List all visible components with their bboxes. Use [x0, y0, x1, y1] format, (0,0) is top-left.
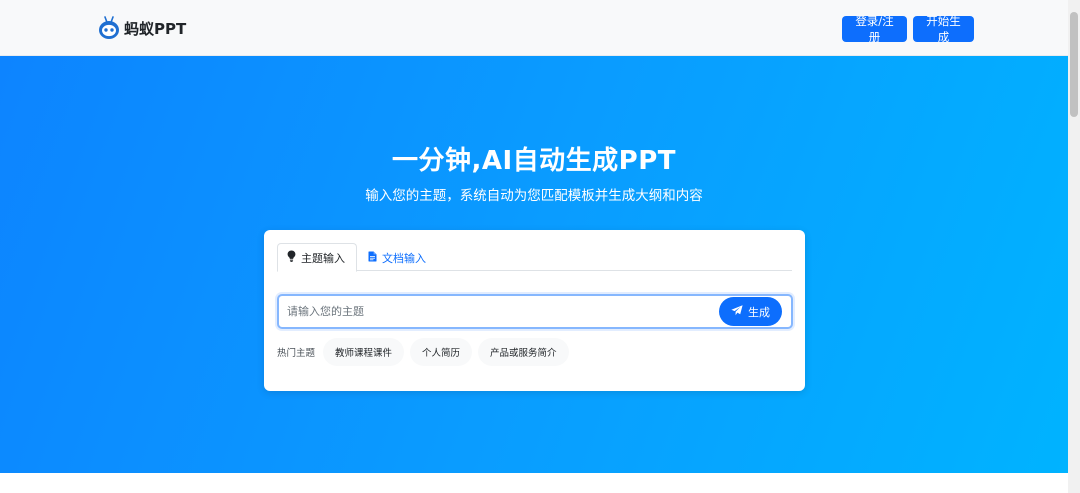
tab-document-input[interactable]: 文档输入 — [359, 243, 435, 272]
hot-topic-chip[interactable]: 教师课程课件 — [323, 338, 405, 366]
hero-section: 一分钟,AI自动生成PPT 输入您的主题，系统自动为您匹配模板并生成大纲和内容 … — [0, 56, 1068, 473]
brand-name: 蚂蚁PPT — [124, 19, 187, 38]
generate-label: 生成 — [748, 305, 770, 319]
input-mode-tabs: 主题输入 文档输入 — [277, 243, 792, 272]
lightbulb-icon — [287, 250, 296, 265]
tab-topic-input[interactable]: 主题输入 — [277, 243, 357, 272]
hot-topic-chip[interactable]: 个人简历 — [410, 338, 473, 366]
hero-subtitle: 输入您的主题，系统自动为您匹配模板并生成大纲和内容 — [365, 188, 703, 204]
topic-search-box: 生成 — [277, 294, 793, 329]
input-card: 主题输入 文档输入 请输入您的主题 生成 热门主题 教师课程课件 个人简历 产品… — [264, 230, 805, 391]
vertical-scrollbar[interactable] — [1068, 0, 1080, 493]
paper-plane-icon — [731, 304, 743, 319]
hero-title: 一分钟,AI自动生成PPT — [391, 146, 677, 176]
page: 蚂蚁PPT 登录/注册 开始生成 一分钟,AI自动生成PPT 输入您的主题，系统… — [0, 0, 1080, 493]
hot-topic-chip[interactable]: 产品或服务简介 — [478, 338, 569, 366]
start-generate-button[interactable]: 开始生成 — [913, 14, 974, 44]
ant-robot-icon — [98, 16, 120, 40]
login-register-button[interactable]: 登录/注册 — [842, 14, 907, 44]
tab-label: 文档输入 — [382, 251, 426, 265]
hot-topics: 热门主题 教师课程课件 个人简历 产品或服务简介 — [277, 338, 569, 366]
topic-input[interactable] — [279, 296, 709, 327]
brand-logo[interactable]: 蚂蚁PPT — [98, 16, 186, 40]
generate-button[interactable]: 生成 — [719, 297, 782, 326]
file-icon — [368, 251, 377, 265]
top-navbar: 蚂蚁PPT 登录/注册 开始生成 — [0, 0, 1068, 56]
scrollbar-thumb[interactable] — [1070, 12, 1078, 117]
tab-label: 主题输入 — [301, 251, 345, 265]
hot-topics-label: 热门主题 — [277, 348, 316, 359]
